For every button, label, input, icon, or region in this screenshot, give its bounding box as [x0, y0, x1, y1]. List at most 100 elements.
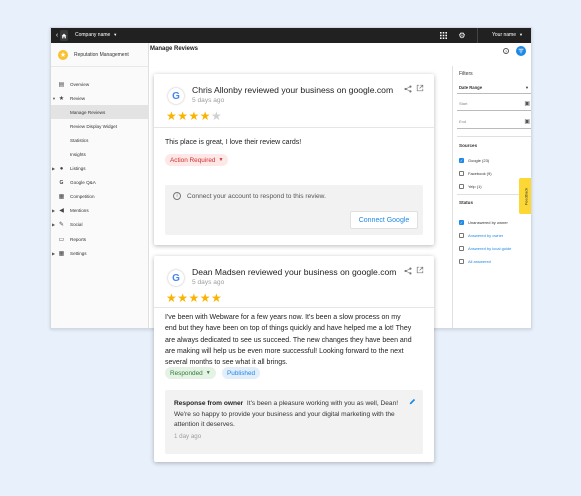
- review-body: I've been with Webware for a few years n…: [165, 312, 412, 368]
- review-body-line: are making will help us be even more suc…: [165, 347, 404, 355]
- connect-notice: i Connect your account to respond to thi…: [165, 185, 423, 235]
- source-option-facebook[interactable]: Facebook (9): [459, 170, 492, 177]
- review-time: 5 days ago: [192, 97, 225, 104]
- review-body-line: I've been with Webware for a few years n…: [165, 314, 401, 321]
- info-icon: i: [173, 192, 181, 200]
- grid-icon: ▦: [58, 194, 65, 201]
- sidebar-item-competition[interactable]: ▦ Competition: [51, 190, 149, 204]
- checkbox-icon[interactable]: [459, 259, 464, 264]
- end-date-input[interactable]: End ▣: [457, 115, 531, 129]
- checkbox-icon[interactable]: [459, 184, 464, 189]
- sidebar-item-social[interactable]: ▶ ✎ Social: [51, 218, 149, 232]
- divider: [457, 136, 531, 137]
- list-icon: ▤: [58, 81, 65, 88]
- sidebar-item-overview[interactable]: ▤ Overview: [51, 77, 149, 91]
- sidebar-item-listings[interactable]: ▶ ● Listings: [51, 162, 149, 176]
- gear-icon[interactable]: ⚙: [458, 30, 466, 41]
- checkbox-icon[interactable]: [459, 246, 464, 251]
- feedback-tab[interactable]: Feedback: [519, 178, 531, 214]
- apps-grid-icon[interactable]: [439, 30, 447, 41]
- calendar-icon[interactable]: ▣: [524, 100, 530, 107]
- option-label: Facebook (9): [468, 171, 492, 176]
- sidebar-item-label: Review: [70, 95, 86, 101]
- filter-icon: [518, 48, 524, 54]
- source-option-google[interactable]: ✓ Google (23): [459, 157, 489, 164]
- end-placeholder: End: [459, 119, 467, 124]
- settings-icon: ▦: [58, 250, 65, 257]
- option-label: Answered by owner: [468, 233, 504, 238]
- share-icon[interactable]: [404, 85, 412, 95]
- sidebar-item-manage-reviews[interactable]: Manage Reviews: [51, 105, 149, 120]
- company-switcher[interactable]: Company name ▼: [75, 32, 117, 38]
- chevron-right-icon: ▶: [52, 208, 56, 214]
- status-option-all-answered[interactable]: All answered: [459, 258, 491, 265]
- chevron-down-icon: ▼: [519, 32, 523, 37]
- star-logo-icon: ★: [58, 49, 68, 60]
- response-time: 1 day ago: [174, 433, 202, 440]
- source-option-yelp[interactable]: Yelp (1): [459, 183, 482, 190]
- sidebar-item-statistics[interactable]: Statistics: [51, 133, 149, 147]
- chevron-right-icon: ▶: [52, 250, 56, 256]
- sidebar-item-label: Social: [70, 222, 83, 228]
- connect-google-button[interactable]: Connect Google: [350, 211, 418, 229]
- sidebar-item-mentions[interactable]: ▶ ◀ Mentions: [51, 204, 149, 218]
- filters-title: Filters: [459, 71, 473, 77]
- review-title: Dean Madsen reviewed your business on go…: [192, 267, 397, 277]
- notice-text: Connect your account to respond to this …: [187, 193, 326, 200]
- divider: [154, 307, 434, 308]
- location-pin-icon: ●: [59, 165, 64, 172]
- start-date-input[interactable]: Start ▣: [457, 97, 531, 111]
- sidebar-item-label: Statistics: [70, 137, 89, 143]
- help-icon[interactable]: ?: [503, 48, 509, 54]
- chevron-down-icon: ▼: [218, 157, 224, 163]
- sidebar-item-insights[interactable]: Insights: [51, 147, 149, 161]
- option-label: Answered by local guide: [468, 246, 512, 251]
- star-icon: ★: [58, 95, 65, 102]
- edit-pencil-icon[interactable]: [409, 398, 416, 407]
- checkbox-checked-icon[interactable]: ✓: [459, 220, 464, 225]
- filter-button[interactable]: [516, 46, 526, 56]
- star-rating: ★★★★★: [166, 291, 222, 305]
- calendar-icon[interactable]: ▣: [524, 118, 530, 125]
- top-bar: ‹ Company name ▼ ⚙ Your name ▼: [51, 28, 531, 43]
- sidebar-nav: ▤ Overview ▼ ★ Review Manage Reviews Rev…: [51, 77, 149, 260]
- responded-chip[interactable]: Responded ▼: [165, 367, 216, 379]
- chevron-down-icon: ▼: [52, 95, 56, 101]
- start-placeholder: Start: [459, 101, 468, 106]
- open-external-icon[interactable]: [416, 266, 424, 276]
- sidebar-item-label: Mentions: [70, 208, 89, 214]
- divider: [477, 28, 478, 43]
- option-label: Unanswered by owner: [468, 220, 508, 225]
- checkbox-icon[interactable]: [459, 171, 464, 176]
- sidebar: ★ Reputation Management ▤ Overview ▼ ★ R…: [51, 43, 149, 328]
- sidebar-item-google-qa[interactable]: G Google Q&A: [51, 176, 149, 190]
- option-label: Yelp (1): [468, 184, 482, 189]
- sidebar-item-settings[interactable]: ▶ ▦ Settings: [51, 246, 149, 260]
- action-required-chip[interactable]: Action Required ▼: [165, 154, 229, 166]
- status-option-answered-owner[interactable]: Answered by owner: [459, 232, 503, 239]
- option-label: All answered: [468, 259, 491, 264]
- share-icon[interactable]: [404, 267, 412, 277]
- sidebar-item-label: Overview: [70, 81, 90, 87]
- user-menu[interactable]: Your name ▼: [492, 32, 523, 38]
- date-range-select[interactable]: Date Range ▼: [457, 82, 531, 94]
- sidebar-item-reports[interactable]: ▭ Reports: [51, 232, 149, 246]
- checkbox-icon[interactable]: [459, 233, 464, 238]
- sidebar-item-label: Competition: [70, 194, 95, 200]
- star-icon: ★★★★: [166, 109, 212, 123]
- sidebar-header: ★ Reputation Management: [51, 43, 149, 67]
- star-empty-icon: ★: [211, 109, 223, 123]
- chevron-right-icon: ▶: [52, 222, 56, 228]
- home-icon[interactable]: [60, 30, 68, 41]
- checkbox-checked-icon[interactable]: ✓: [459, 158, 464, 163]
- sidebar-item-label: Insights: [70, 152, 86, 158]
- status-option-answered-guide[interactable]: Answered by local guide: [459, 245, 511, 252]
- sidebar-item-review[interactable]: ▼ ★ Review: [51, 91, 149, 105]
- review-body-line: end but they have been on top of things …: [165, 325, 412, 333]
- status-option-unanswered[interactable]: ✓ Unanswered by owner: [459, 219, 508, 226]
- sidebar-item-review-display-widget[interactable]: Review Display Widget: [51, 119, 149, 133]
- open-external-icon[interactable]: [416, 84, 424, 94]
- review-body: This place is great, I love their review…: [165, 139, 302, 146]
- sidebar-item-label: Manage Reviews: [70, 109, 106, 115]
- sidebar-item-label: Listings: [70, 166, 86, 172]
